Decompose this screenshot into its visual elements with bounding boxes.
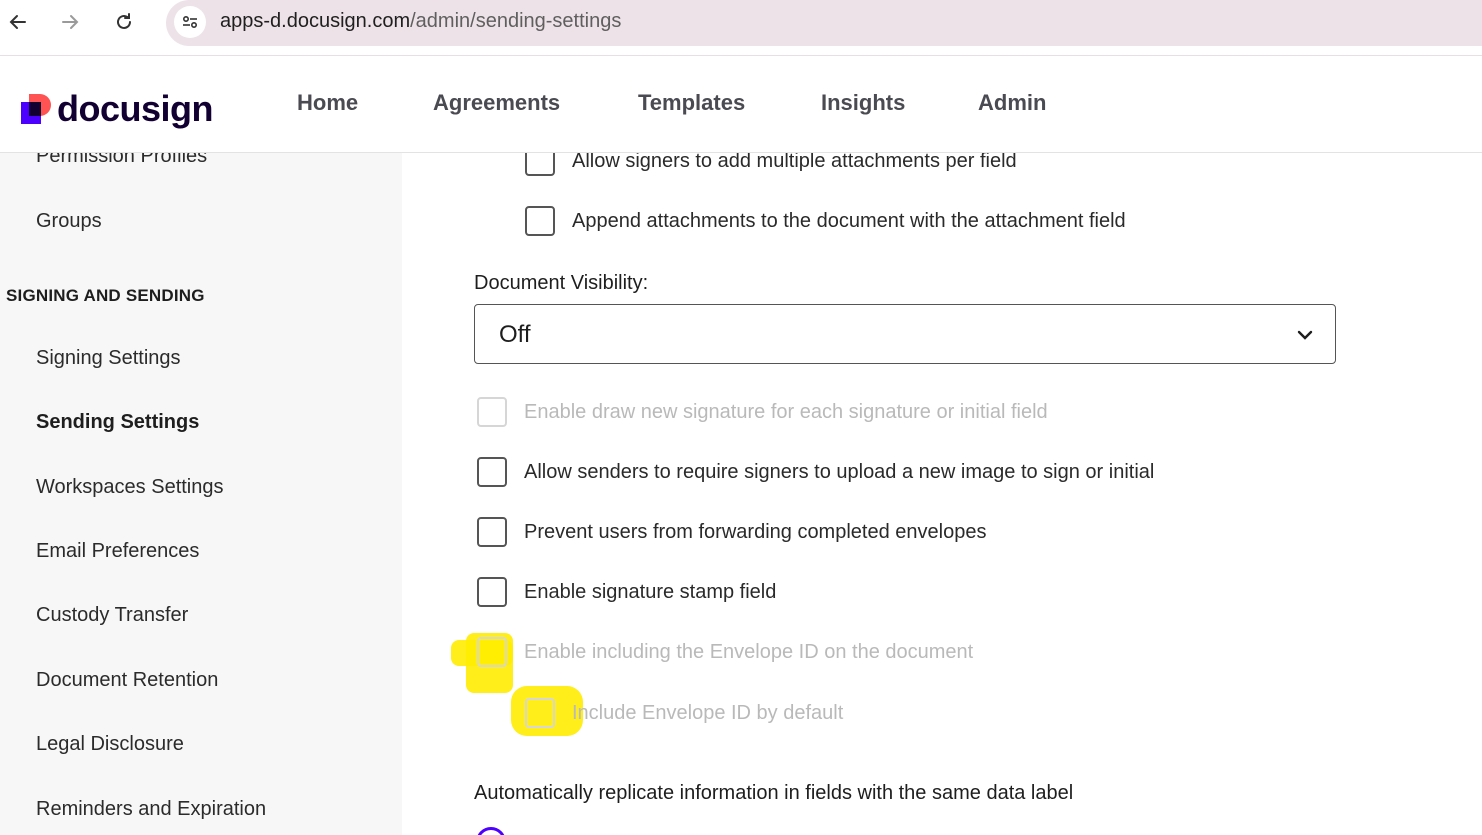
draw-new-signature-checkbox[interactable]: [477, 397, 507, 427]
prevent-forwarding-option[interactable]: Prevent users from forwarding completed …: [477, 517, 986, 547]
nav-agreements[interactable]: Agreements: [433, 90, 560, 116]
append-attachments-option[interactable]: Append attachments to the document with …: [525, 206, 1126, 236]
require-upload-image-checkbox[interactable]: [477, 457, 507, 487]
sidebar-item-signing-settings[interactable]: Signing Settings: [36, 347, 181, 370]
sidebar-item-permission-profiles[interactable]: Permission Profiles: [36, 153, 207, 168]
browser-toolbar: apps-d.docusign.com/admin/sending-settin…: [0, 0, 1482, 56]
include-envelope-id-default-label: Include Envelope ID by default: [572, 701, 844, 724]
back-icon[interactable]: [2, 6, 34, 38]
include-envelope-id-default-option[interactable]: Include Envelope ID by default: [525, 698, 843, 728]
reload-icon[interactable]: [108, 6, 140, 38]
logo-mark-icon: [21, 94, 51, 124]
sidebar-item-legal-disclosure[interactable]: Legal Disclosure: [36, 733, 184, 756]
logo-text: docusign: [57, 88, 214, 129]
docusign-logo[interactable]: docusign: [21, 88, 214, 130]
sidebar-item-workspaces-settings[interactable]: Workspaces Settings: [36, 476, 224, 499]
forward-icon[interactable]: [54, 6, 86, 38]
sidebar-item-sending-settings[interactable]: Sending Settings: [36, 411, 199, 434]
replicate-radio-button[interactable]: [476, 827, 506, 835]
allow-multiple-attachments-label: Allow signers to add multiple attachment…: [572, 153, 1017, 172]
require-upload-image-label: Allow senders to require signers to uplo…: [524, 460, 1155, 483]
site-settings-icon[interactable]: [174, 6, 206, 38]
sidebar-item-reminders-and-expiration[interactable]: Reminders and Expiration: [36, 798, 266, 821]
sidebar-item-groups[interactable]: Groups: [36, 210, 102, 233]
url-text: apps-d.docusign.com/admin/sending-settin…: [220, 10, 621, 33]
prevent-forwarding-label: Prevent users from forwarding completed …: [524, 520, 987, 543]
include-envelope-id-default-checkbox[interactable]: [525, 698, 555, 728]
url-path: /admin/sending-settings: [410, 10, 622, 32]
app-header: docusign Home Agreements Templates Insig…: [0, 56, 1482, 153]
envelope-id-checkbox[interactable]: [477, 637, 507, 667]
sending-settings-panel: Allow signers to add multiple attachment…: [402, 153, 1482, 835]
append-attachments-label: Append attachments to the document with …: [572, 209, 1126, 232]
signature-stamp-checkbox[interactable]: [477, 577, 507, 607]
allow-multiple-attachments-option[interactable]: Allow signers to add multiple attachment…: [525, 153, 1017, 176]
admin-sidebar: Permission Profiles Groups SIGNING AND S…: [0, 153, 402, 835]
sidebar-item-document-retention[interactable]: Document Retention: [36, 669, 218, 692]
replicate-info-label: Automatically replicate information in f…: [474, 782, 1074, 804]
require-upload-image-option[interactable]: Allow senders to require signers to uplo…: [477, 457, 1154, 487]
draw-new-signature-option[interactable]: Enable draw new signature for each signa…: [477, 397, 1048, 427]
nav-admin[interactable]: Admin: [978, 90, 1046, 116]
prevent-forwarding-checkbox[interactable]: [477, 517, 507, 547]
document-visibility-value: Off: [499, 321, 531, 348]
nav-insights[interactable]: Insights: [821, 90, 905, 116]
chevron-down-icon: [1297, 330, 1313, 340]
allow-multiple-attachments-checkbox[interactable]: [525, 153, 555, 176]
signature-stamp-option[interactable]: Enable signature stamp field: [477, 577, 776, 607]
signature-stamp-label: Enable signature stamp field: [524, 580, 777, 603]
nav-templates[interactable]: Templates: [638, 90, 745, 116]
draw-new-signature-label: Enable draw new signature for each signa…: [524, 400, 1048, 423]
append-attachments-checkbox[interactable]: [525, 206, 555, 236]
envelope-id-label: Enable including the Envelope ID on the …: [524, 640, 974, 663]
envelope-id-option[interactable]: Enable including the Envelope ID on the …: [477, 637, 973, 667]
sidebar-item-custody-transfer[interactable]: Custody Transfer: [36, 604, 188, 627]
url-host: apps-d.docusign.com: [220, 10, 411, 32]
document-visibility-label: Document Visibility:: [474, 272, 649, 294]
sidebar-item-email-preferences[interactable]: Email Preferences: [36, 540, 199, 563]
nav-home[interactable]: Home: [297, 90, 358, 116]
document-visibility-select[interactable]: Off: [474, 304, 1336, 364]
address-bar[interactable]: apps-d.docusign.com/admin/sending-settin…: [166, 0, 1482, 46]
sidebar-section-signing-and-sending: SIGNING AND SENDING: [6, 286, 205, 305]
